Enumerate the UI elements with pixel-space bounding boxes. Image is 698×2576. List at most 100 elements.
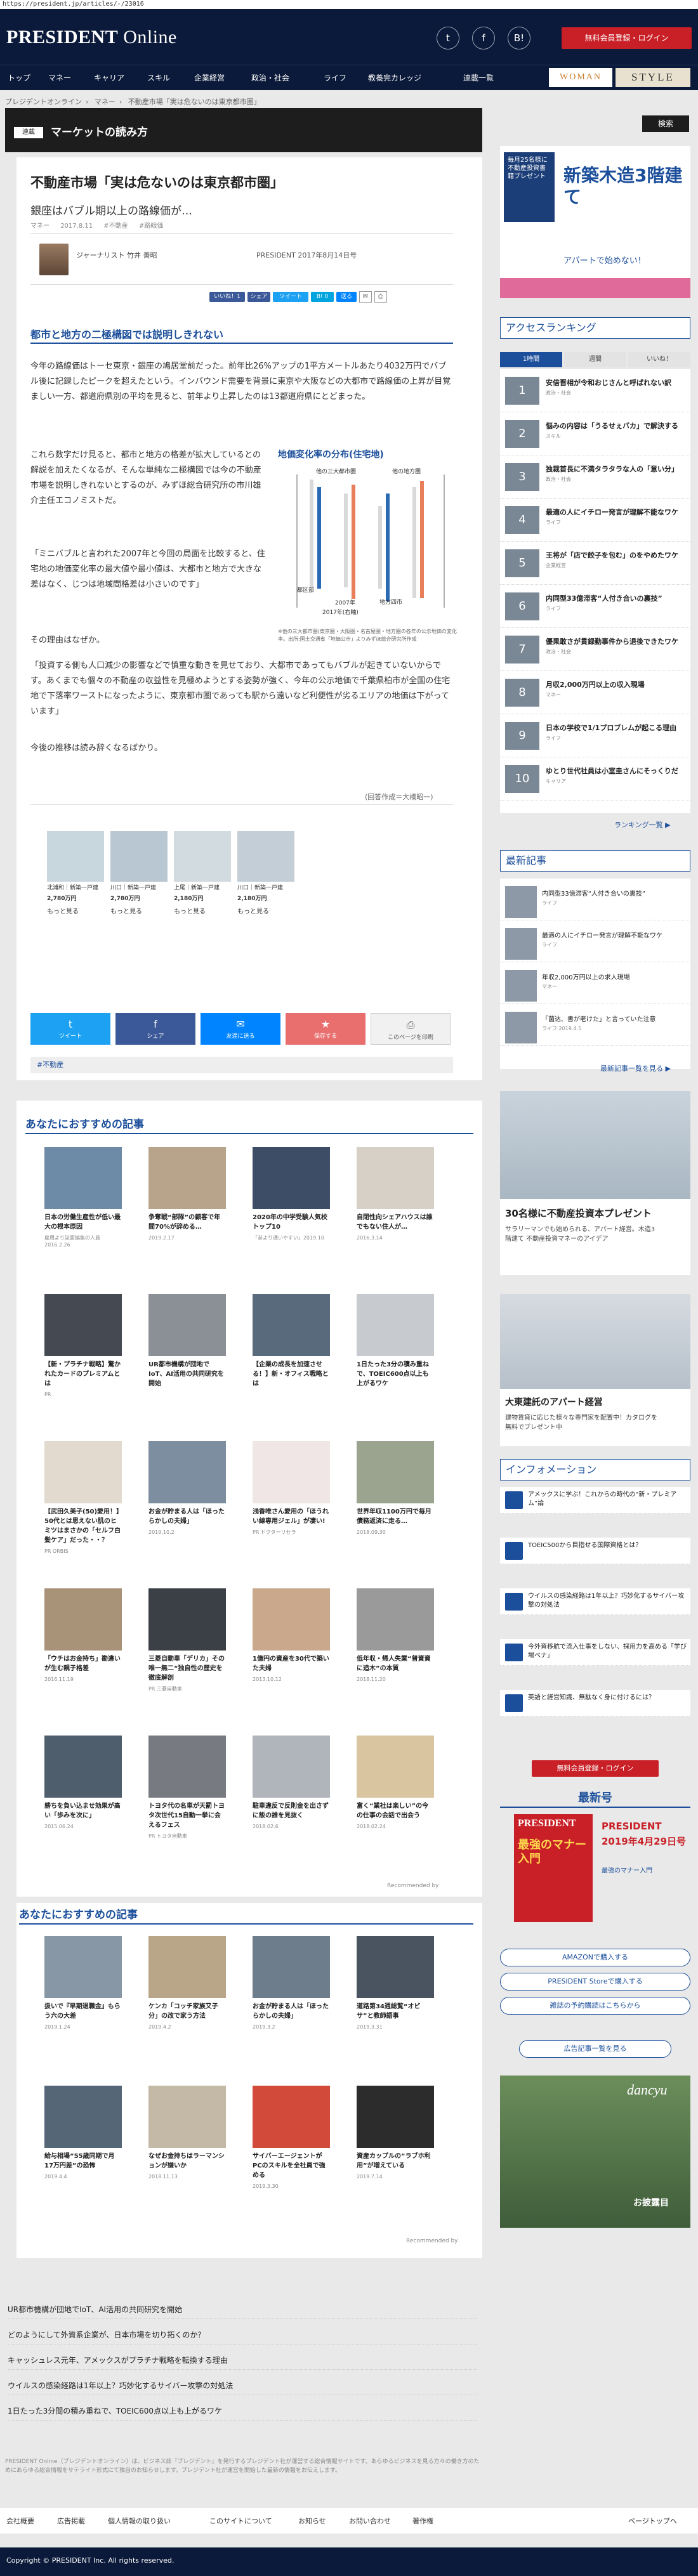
footer-link[interactable]: 広告掲載 <box>57 2516 85 2526</box>
property-ad-more[interactable]: もっと見る <box>237 906 294 915</box>
ranking-item[interactable]: 5 王将が「店で餃子を包む」のをやめたワケ 企業経営 <box>500 542 690 585</box>
search-button[interactable]: 検索 <box>642 115 689 132</box>
ranking-item[interactable]: 4 最適の人にイチロー発言が理解不能なワケ ライフ <box>500 499 690 542</box>
ranking-item[interactable]: 1 安倍晋相が令和おじさんと呼ばれない訳 政治・社会 <box>500 369 690 412</box>
info-item[interactable]: TOEIC500から目指せる国際資格とは？ <box>500 1538 690 1564</box>
nav-item-top[interactable]: トップ <box>8 65 30 91</box>
page-top-link[interactable]: ページトップへ <box>628 2516 677 2526</box>
recommended-item[interactable]: ケンカ「コッチ家族又子分」の改で家う方法 2019.4.2 <box>148 1936 226 2030</box>
recommended-item[interactable]: 給与相場“55歳同期で月17万円差”の恐怖 2019.4.4 <box>44 2086 122 2180</box>
recommended-item[interactable]: お金が貯まる人は「ほったらかしの夫婦」 2019.10.2 <box>148 1441 226 1536</box>
ranking-item[interactable]: 2 悩みの内容は「うるせぇバカ」で解決する スキル <box>500 412 690 455</box>
latest-item[interactable]: 最適の人にイチロー発言が理解不能なワケ ライフ <box>500 925 690 962</box>
ranking-more-link[interactable]: ランキング一覧 ▶ <box>614 820 671 830</box>
recommended-item[interactable]: 1億円の資産を30代で築いた夫婦 2013.10.12 <box>253 1588 330 1683</box>
nav-item-management[interactable]: 企業経営 <box>194 65 225 91</box>
footer-link[interactable]: 会社概要 <box>6 2516 34 2526</box>
property-ad[interactable]: 上尾｜新築一戸建 2,180万円 もっと見る <box>174 831 231 926</box>
big-save-button[interactable]: ★ 保存する <box>286 1013 365 1045</box>
ranking-item[interactable]: 8 月収2,000万円以上の収入現場 マネー <box>500 671 690 714</box>
ranking-item[interactable]: 6 内同型33億滞客“人付き合いの裏技” ライフ <box>500 585 690 628</box>
recommended-item[interactable]: 道路第34週総覧“オビサ”と教師語事 2019.3.31 <box>357 1936 434 2030</box>
nav-item-skill[interactable]: スキル <box>147 65 170 91</box>
ranking-item[interactable]: 10 ゆとり世代社員は小室圭さんにそっくりだ キャリア <box>500 757 690 801</box>
author-name[interactable]: ジャーナリスト 竹井 善昭 <box>76 250 157 260</box>
nav-item-series[interactable]: 連載一覧 <box>463 65 494 91</box>
footer-link[interactable]: お知らせ <box>298 2516 326 2526</box>
recommended-item[interactable]: お金が貯まる人は「ほったらかしの夫婦」 2019.3.2 <box>253 1936 330 2030</box>
style-tab[interactable]: STYLE <box>616 68 690 87</box>
recommended-item[interactable]: 浅香唯さん愛用の「ほうれい線専用ジェル」が凄い! PR ドクターリセラ <box>253 1441 330 1536</box>
recommended-item[interactable]: 争奪戦“部隊”の顧客で年間70%が辞める… 2019.2.17 <box>148 1147 226 1241</box>
section-title[interactable]: マーケットの読み方 <box>51 123 148 139</box>
big-print-button[interactable]: ⎙ このページを印刷 <box>371 1013 451 1045</box>
recommended-item[interactable]: なぜお金持ちはラーマンションが嫌いか 2018.11.13 <box>148 2086 226 2180</box>
footer-link[interactable]: お問い合わせ <box>349 2516 391 2526</box>
big-tweet-button[interactable]: t ツイート <box>30 1013 110 1045</box>
meta-tag[interactable]: #路線価 <box>139 223 163 230</box>
tweet-button[interactable]: ツイート <box>273 292 308 302</box>
site-logo[interactable]: PRESIDENT Online <box>6 27 177 48</box>
recommended-item[interactable]: 世界年収1100万円で毎月債務返済に走る… 2018.09.30 <box>357 1441 434 1536</box>
related-link[interactable]: ウイルスの感染経路は1年以上？巧妙化するサイバー攻撃の対処法 <box>8 2376 477 2395</box>
tag-bar[interactable]: #不動産 <box>30 1057 453 1073</box>
nav-item-life[interactable]: ライフ <box>324 65 346 91</box>
issue-cover[interactable]: PRESIDENT 最強のマナー入門 <box>514 1814 593 1922</box>
ranking-item[interactable]: 7 優果敢さが貫録勤事件から退後できたワケ 政治・社会 <box>500 628 690 671</box>
print-icon[interactable]: ⎙ <box>374 291 387 303</box>
recommended-item[interactable]: 日本の労働生産性が低い最大の根本原因 雇用より誌面編集の人員 2016.2.26 <box>44 1147 122 1248</box>
facebook-icon[interactable]: f <box>472 27 495 49</box>
nav-item-college[interactable]: 教養完カレッジ <box>368 65 421 91</box>
mail-icon[interactable]: ✉ <box>359 291 372 303</box>
buy-store-button[interactable]: PRESIDENT Storeで購入する <box>500 1973 690 1991</box>
ranking-item[interactable]: 9 日本の学校で1/1プロブレムが起こる理由 ライフ <box>500 714 690 757</box>
property-ad[interactable]: 川口｜新築一戸建 2,180万円 もっと見る <box>237 831 294 926</box>
sidebar-ad-3[interactable]: 大東建託のアパート経営 建物賃貸に応じた様々な専門家を配置中！カタログを無料でプ… <box>500 1294 690 1446</box>
recommended-item[interactable]: UR都市機構が団地でIoT、AI活用の共同研究を開始 <box>148 1294 226 1391</box>
related-link[interactable]: UR都市機構が団地でIoT、AI活用の共同研究を開始 <box>8 2300 477 2319</box>
recommended-item[interactable]: サイバーエージェントがPCのスキルを全社員で強める 2019.3.30 <box>253 2086 330 2190</box>
recommended-item[interactable]: 【企業の成長を加速させる！】新・オフィス戦略とは <box>253 1294 330 1391</box>
buy-amazon-button[interactable]: AMAZONで購入する <box>500 1949 690 1966</box>
recommended-item[interactable]: トヨタ代の名車が天罰トヨタ次世代15自動一挙に会えるフェス PR トヨタ自動車 <box>148 1736 226 1840</box>
nav-item-career[interactable]: キャリア <box>94 65 124 91</box>
related-link[interactable]: どのようにして外資系企業が、日本市場を切り拓くのか？ <box>8 2325 477 2344</box>
issue-sub[interactable]: 最強のマナー入門 <box>602 1865 652 1874</box>
latest-item[interactable]: 内同型33億滞客“人付き合いの裏技” ライフ <box>500 884 690 920</box>
tab-hourly[interactable]: 1時間 <box>500 352 562 367</box>
dancyu-ad[interactable]: dancyu お披露目 <box>500 2076 690 2228</box>
meta-category[interactable]: マネー <box>30 223 49 230</box>
latest-item[interactable]: 年収2,000万円以上の求人現場 マネー <box>500 967 690 1004</box>
hatena-icon[interactable]: B! <box>508 27 530 49</box>
login-button-sidebar[interactable]: 無料会員登録・ログイン <box>532 1760 659 1777</box>
property-ad[interactable]: 川口｜新築一戸建 2,780万円 もっと見る <box>110 831 168 926</box>
tab-likes[interactable]: いいね！ <box>628 352 690 367</box>
recommended-item[interactable]: 自閉性向シェアハウスは誰でもない住人が… 2016.3.14 <box>357 1147 434 1241</box>
recommended-item[interactable]: 2020年の中学受験人気校トップ10 「昔より通いやすい」2019.10 <box>253 1147 330 1241</box>
recommended-item[interactable]: 三菱自動車「デリカ」その唯一無二“独自性の歴史を徹底解剖 PR 三菱自動車 <box>148 1588 226 1692</box>
recommended-item[interactable]: 駐車違反で反則金を出さずに飯の誰を見抜く 2018.02.6 <box>253 1736 330 1830</box>
meta-tag[interactable]: #不動産 <box>103 223 128 230</box>
info-item[interactable]: ウイルスの感染経路は1年以上？巧妙化するサイバー攻撃の対処法 <box>500 1588 690 1615</box>
ad-list-button[interactable]: 広告記事一覧を見る <box>519 2040 671 2058</box>
login-button[interactable]: 無料会員登録・ログイン <box>562 27 692 49</box>
sidebar-ad-top[interactable]: 毎月25名様に不動産投資書籍プレゼント 新築木造3階建て アパートで始めない！ <box>500 146 690 298</box>
footer-link[interactable]: 著作権 <box>412 2516 433 2526</box>
twitter-icon[interactable]: t <box>437 27 459 49</box>
like-button[interactable]: いいね！1 <box>209 292 245 302</box>
subscribe-button[interactable]: 雑誌の予約購読はこちらから <box>500 1997 690 2015</box>
info-item[interactable]: 今外資移航で流入仕事をしない、採用力を高める「学び場ベナ」 <box>500 1639 690 1666</box>
property-ad-more[interactable]: もっと見る <box>110 906 168 915</box>
sidebar-ad-2[interactable]: 30名様に不動産投資本プレゼント サラリーマンでも始められる、アパート経営。木造… <box>500 1091 690 1275</box>
ranking-item[interactable]: 3 独裁首長に不満タラタラな人の「意い分」 政治・社会 <box>500 455 690 499</box>
recommended-item[interactable]: 資産カップルの“ラブホ利用”が増えている 2019.7.14 <box>357 2086 434 2180</box>
tab-weekly[interactable]: 週間 <box>564 352 626 367</box>
url-bar[interactable]: https://president.jp/articles/-/23016 <box>0 0 698 9</box>
recommended-item[interactable]: 勝ちを負い込ませ効果が高い「歩みを次に」 2015.06.24 <box>44 1736 122 1830</box>
property-ad-more[interactable]: もっと見る <box>174 906 231 915</box>
breadcrumb-money[interactable]: マネー <box>95 98 115 106</box>
property-ad-more[interactable]: もっと見る <box>47 906 104 915</box>
recommended-item[interactable]: 低年収・帰人失業“普資資に追木”の本質 2018.11.20 <box>357 1588 434 1683</box>
footer-link[interactable]: 個人情報の取り扱い <box>108 2516 171 2526</box>
recommended-item[interactable]: 【新・プラチナ戦略】驚かれたカードのプレミアムとは PR <box>44 1294 122 1398</box>
